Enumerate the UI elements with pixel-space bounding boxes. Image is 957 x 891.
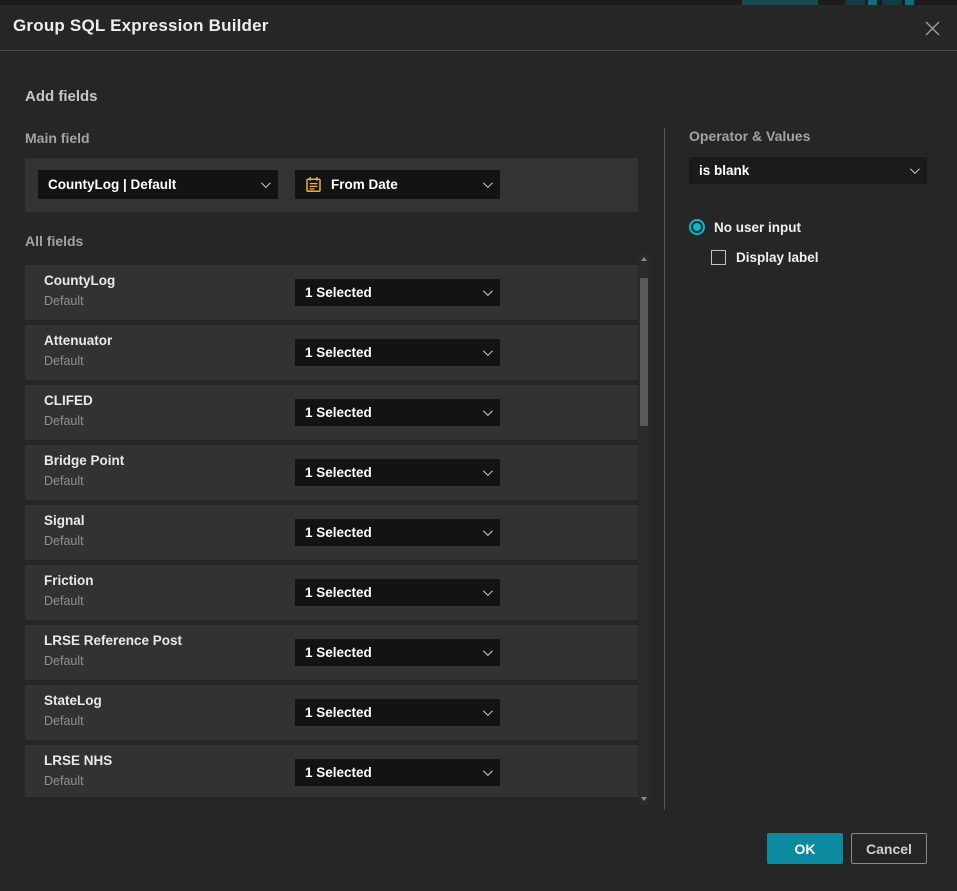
radio-selected-icon [689,219,705,235]
selected-dropdown-label: 1 Selected [305,345,475,360]
dialog-title: Group SQL Expression Builder [13,16,269,36]
chevron-down-icon [483,526,493,536]
selected-values-dropdown[interactable]: 1 Selected [295,519,500,546]
add-fields-heading: Add fields [25,88,98,105]
selected-dropdown-label: 1 Selected [305,285,475,300]
dialog-titlebar: Group SQL Expression Builder [0,5,957,51]
chevron-down-icon [483,466,493,476]
selected-values-dropdown[interactable]: 1 Selected [295,699,500,726]
all-fields-list: CountyLog Default 1 Selected Attenuator … [25,265,638,797]
selected-dropdown-label: 1 Selected [305,645,475,660]
selected-values-dropdown[interactable]: 1 Selected [295,639,500,666]
field-select-value: From Date [331,177,475,192]
field-name: StateLog [44,693,102,708]
field-row: Friction Default 1 Selected [25,565,638,620]
chevron-down-icon [483,406,493,416]
field-row: Bridge Point Default 1 Selected [25,445,638,500]
field-name: LRSE Reference Post [44,633,182,648]
selected-dropdown-label: 1 Selected [305,525,475,540]
chevron-down-icon [261,178,271,188]
selected-dropdown-label: 1 Selected [305,465,475,480]
field-row: CountyLog Default 1 Selected [25,265,638,320]
field-subtitle: Default [44,774,84,788]
chevron-down-icon [483,766,493,776]
selected-values-dropdown[interactable]: 1 Selected [295,399,500,426]
calendar-icon [305,176,322,193]
operator-value: is blank [699,163,902,178]
field-name: CountyLog [44,273,115,288]
scroll-down-arrow-icon[interactable] [641,797,647,801]
field-row: Attenuator Default 1 Selected [25,325,638,380]
selected-dropdown-label: 1 Selected [305,405,475,420]
selected-values-dropdown[interactable]: 1 Selected [295,579,500,606]
checkbox-label: Display label [736,250,819,265]
cancel-button[interactable]: Cancel [851,833,927,864]
field-name: Attenuator [44,333,112,348]
chevron-down-icon [483,706,493,716]
scrollbar-thumb[interactable] [640,278,648,426]
chevron-down-icon [483,346,493,356]
chevron-down-icon [483,646,493,656]
all-fields-label: All fields [25,233,83,249]
field-subtitle: Default [44,474,84,488]
field-subtitle: Default [44,594,84,608]
chevron-down-icon [483,586,493,596]
field-row: StateLog Default 1 Selected [25,685,638,740]
field-name: Friction [44,573,94,588]
field-subtitle: Default [44,414,84,428]
field-subtitle: Default [44,534,84,548]
selected-dropdown-label: 1 Selected [305,705,475,720]
no-user-input-radio[interactable]: No user input [689,219,801,235]
field-subtitle: Default [44,354,84,368]
selected-dropdown-label: 1 Selected [305,765,475,780]
selected-values-dropdown[interactable]: 1 Selected [295,279,500,306]
scroll-up-arrow-icon[interactable] [641,257,647,261]
selected-values-dropdown[interactable]: 1 Selected [295,459,500,486]
field-row: LRSE NHS Default 1 Selected [25,745,638,797]
field-name: Bridge Point [44,453,124,468]
group-sql-expression-builder-dialog: Group SQL Expression Builder Add fields … [0,5,957,891]
field-subtitle: Default [44,714,84,728]
layer-select-dropdown[interactable]: CountyLog | Default [38,170,278,199]
fields-list-scrollbar[interactable] [639,253,649,805]
field-subtitle: Default [44,654,84,668]
close-button[interactable] [922,18,942,38]
operator-dropdown[interactable]: is blank [689,157,927,184]
layer-select-value: CountyLog | Default [48,177,253,192]
field-select-dropdown[interactable]: From Date [295,170,500,199]
close-icon [924,20,941,37]
field-name: LRSE NHS [44,753,112,768]
display-label-checkbox[interactable]: Display label [711,250,819,265]
chevron-down-icon [483,178,493,188]
field-name: Signal [44,513,85,528]
selected-values-dropdown[interactable]: 1 Selected [295,759,500,786]
field-name: CLIFED [44,393,93,408]
chevron-down-icon [910,164,920,174]
panel-divider [664,128,665,810]
chevron-down-icon [483,286,493,296]
radio-label: No user input [714,220,801,235]
field-row: LRSE Reference Post Default 1 Selected [25,625,638,680]
field-row: CLIFED Default 1 Selected [25,385,638,440]
selected-values-dropdown[interactable]: 1 Selected [295,339,500,366]
main-field-panel: CountyLog | Default From Date [25,158,638,212]
main-field-label: Main field [25,130,90,146]
selected-dropdown-label: 1 Selected [305,585,475,600]
checkbox-unchecked-icon [711,250,726,265]
field-row: Signal Default 1 Selected [25,505,638,560]
field-subtitle: Default [44,294,84,308]
ok-button[interactable]: OK [767,833,843,864]
operator-values-label: Operator & Values [689,128,810,144]
